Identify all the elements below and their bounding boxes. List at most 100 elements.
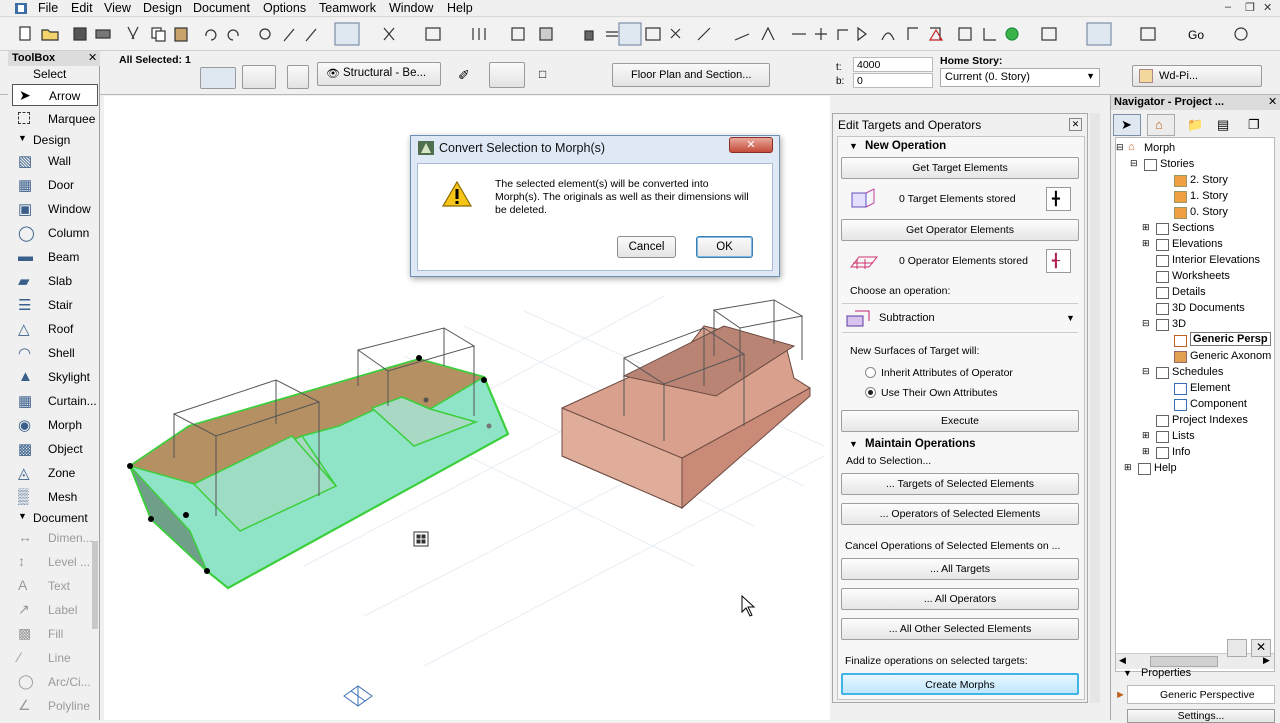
find-select-icon[interactable]	[259, 28, 271, 40]
tool-wall[interactable]: ▧ Wall	[12, 150, 98, 172]
menu-document[interactable]: Document	[193, 1, 250, 15]
toolbox-scrollbar[interactable]	[92, 541, 98, 629]
snap-icon[interactable]	[383, 27, 395, 41]
cross-icon[interactable]	[670, 28, 681, 39]
tree-item-3d[interactable]: 3D	[1172, 318, 1186, 330]
close-window-icon[interactable]: ✕	[1263, 1, 1272, 14]
tool-skylight[interactable]: ▲ Skylight	[12, 366, 98, 388]
magic-wand-icon[interactable]	[697, 27, 711, 41]
trace-toggle[interactable]	[618, 22, 642, 46]
tool-arcci[interactable]: ◯ Arc/Ci...	[12, 671, 98, 693]
scroll-thumb[interactable]	[1150, 656, 1218, 667]
selected-morph-element[interactable]	[127, 327, 510, 590]
layers-icon[interactable]	[606, 31, 618, 37]
tree-item-worksheets[interactable]: Worksheets	[1172, 270, 1230, 282]
group-icon[interactable]	[539, 27, 553, 41]
layout-book-icon[interactable]: ▤	[1217, 117, 1229, 133]
tool-arrow[interactable]: ➤ Arrow	[12, 84, 98, 106]
line-type-button[interactable]	[489, 62, 525, 88]
tool-object[interactable]: ▩ Object	[12, 438, 98, 460]
collapse-document-icon[interactable]: ▼	[18, 511, 27, 521]
collapse-properties-icon[interactable]: ▼	[1123, 668, 1132, 678]
fillet-icon[interactable]	[907, 27, 918, 40]
tree-toggle[interactable]: ⊞	[1142, 446, 1150, 457]
guide-lines-icon[interactable]	[425, 27, 441, 41]
all-targets-button[interactable]: ... All Targets	[841, 558, 1079, 580]
offset-icon[interactable]	[761, 26, 775, 41]
tool-door[interactable]: ▦ Door	[12, 174, 98, 196]
redo-icon[interactable]	[227, 29, 239, 41]
close-icon[interactable]: ✕	[1069, 118, 1082, 131]
navigator-project-map-tab[interactable]: ➤	[1113, 114, 1141, 136]
paste-icon[interactable]	[174, 27, 188, 42]
tree-item-stories[interactable]: Stories	[1160, 158, 1194, 170]
ok-button[interactable]: OK	[696, 236, 753, 258]
tree-item-interior[interactable]: Interior Elevations	[1172, 254, 1260, 266]
tree-item-lists[interactable]: Lists	[1172, 430, 1195, 442]
tree-item-details[interactable]: Details	[1172, 286, 1206, 298]
all-other-selected-button[interactable]: ... All Other Selected Elements	[841, 618, 1079, 640]
all-operators-button[interactable]: ... All Operators	[841, 588, 1079, 610]
close-icon[interactable]: ✕	[1268, 95, 1277, 108]
settings-button[interactable]: Settings...	[1127, 709, 1275, 723]
execute-button[interactable]: Execute	[841, 410, 1079, 432]
delete-view-icon[interactable]: ✕	[1251, 639, 1271, 657]
tree-toggle[interactable]: ⊟	[1116, 142, 1124, 153]
tool-morph[interactable]: ◉ Morph	[12, 414, 98, 436]
tree-item-sections[interactable]: Sections	[1172, 222, 1214, 234]
archicad-app-icon[interactable]	[14, 2, 28, 15]
tree-item-info[interactable]: Info	[1172, 446, 1190, 458]
menu-design[interactable]: Design	[143, 1, 182, 15]
drag-icon[interactable]	[815, 28, 827, 40]
home-story-dropdown[interactable]: Current (0. Story) ▼	[940, 68, 1100, 87]
tree-item-story2[interactable]: 2. Story	[1190, 174, 1228, 186]
top-offset-field[interactable]: 4000	[853, 57, 933, 72]
tool-polyline[interactable]: ∠ Polyline	[12, 695, 98, 717]
bottom-offset-field[interactable]: 0	[853, 73, 933, 88]
tree-item-generic-perspective[interactable]: Generic Persp	[1190, 332, 1271, 346]
menu-options[interactable]: Options	[263, 1, 306, 15]
publisher-icon[interactable]: ❐	[1248, 117, 1260, 133]
tree-toggle[interactable]: ⊟	[1142, 318, 1150, 329]
tool-beam[interactable]: ▬ Beam	[12, 246, 98, 268]
operation-dropdown[interactable]: Subtraction ▼	[842, 303, 1078, 333]
window-icon[interactable]	[1041, 27, 1057, 41]
targets-of-selected-button[interactable]: ... Targets of Selected Elements	[841, 473, 1079, 495]
menu-window[interactable]: Window	[389, 1, 433, 15]
fill-icon[interactable]: □	[539, 67, 546, 81]
create-morphs-button[interactable]: Create Morphs	[841, 673, 1079, 695]
tree-item-3d-documents[interactable]: 3D Documents	[1172, 302, 1245, 314]
minimize-icon[interactable]: –	[1225, 1, 1231, 13]
tree-toggle[interactable]: ⊞	[1124, 462, 1132, 473]
tool-fill[interactable]: ▩ Fill	[12, 623, 98, 645]
print-icon[interactable]	[95, 29, 111, 39]
syringe-icon[interactable]	[305, 28, 317, 42]
menu-view[interactable]: View	[104, 1, 131, 15]
tree-toggle[interactable]: ⊟	[1142, 366, 1150, 377]
ruler-icon[interactable]	[734, 33, 750, 41]
select-operators-button[interactable]: ╉	[1046, 249, 1071, 273]
menu-edit[interactable]: Edit	[71, 1, 93, 15]
tool-shell[interactable]: ◠ Shell	[12, 342, 98, 364]
tree-item-generic-axonometry[interactable]: Generic Axonom	[1190, 350, 1271, 362]
select-targets-button[interactable]: ╋	[1046, 187, 1071, 211]
cut-icon[interactable]	[127, 26, 139, 40]
tool-marquee[interactable]: Marquee	[12, 108, 98, 130]
radio-inherit[interactable]	[865, 367, 876, 378]
tool-text[interactable]: A Text	[12, 575, 98, 597]
grid-snap-icon[interactable]	[472, 28, 486, 40]
3d-window-toggle[interactable]	[1086, 22, 1112, 46]
render-icon[interactable]	[1005, 27, 1019, 41]
pen-icon[interactable]: ✐	[458, 67, 470, 84]
tree-item-component[interactable]: Component	[1190, 398, 1247, 410]
geometry-method-button[interactable]	[200, 67, 236, 89]
radio-own-selected[interactable]	[865, 387, 876, 398]
tool-mesh[interactable]: ▒ Mesh	[12, 486, 98, 508]
menu-help[interactable]: Help	[447, 1, 473, 15]
panel-splitter[interactable]	[1090, 113, 1100, 703]
scroll-left-icon[interactable]: ◀	[1119, 655, 1126, 666]
tool-curtain[interactable]: ▦ Curtain...	[12, 390, 98, 412]
operators-of-selected-button[interactable]: ... Operators of Selected Elements	[841, 503, 1079, 525]
tool-slab[interactable]: ▰ Slab	[12, 270, 98, 292]
properties-name-field[interactable]: Generic Perspective	[1127, 685, 1275, 704]
